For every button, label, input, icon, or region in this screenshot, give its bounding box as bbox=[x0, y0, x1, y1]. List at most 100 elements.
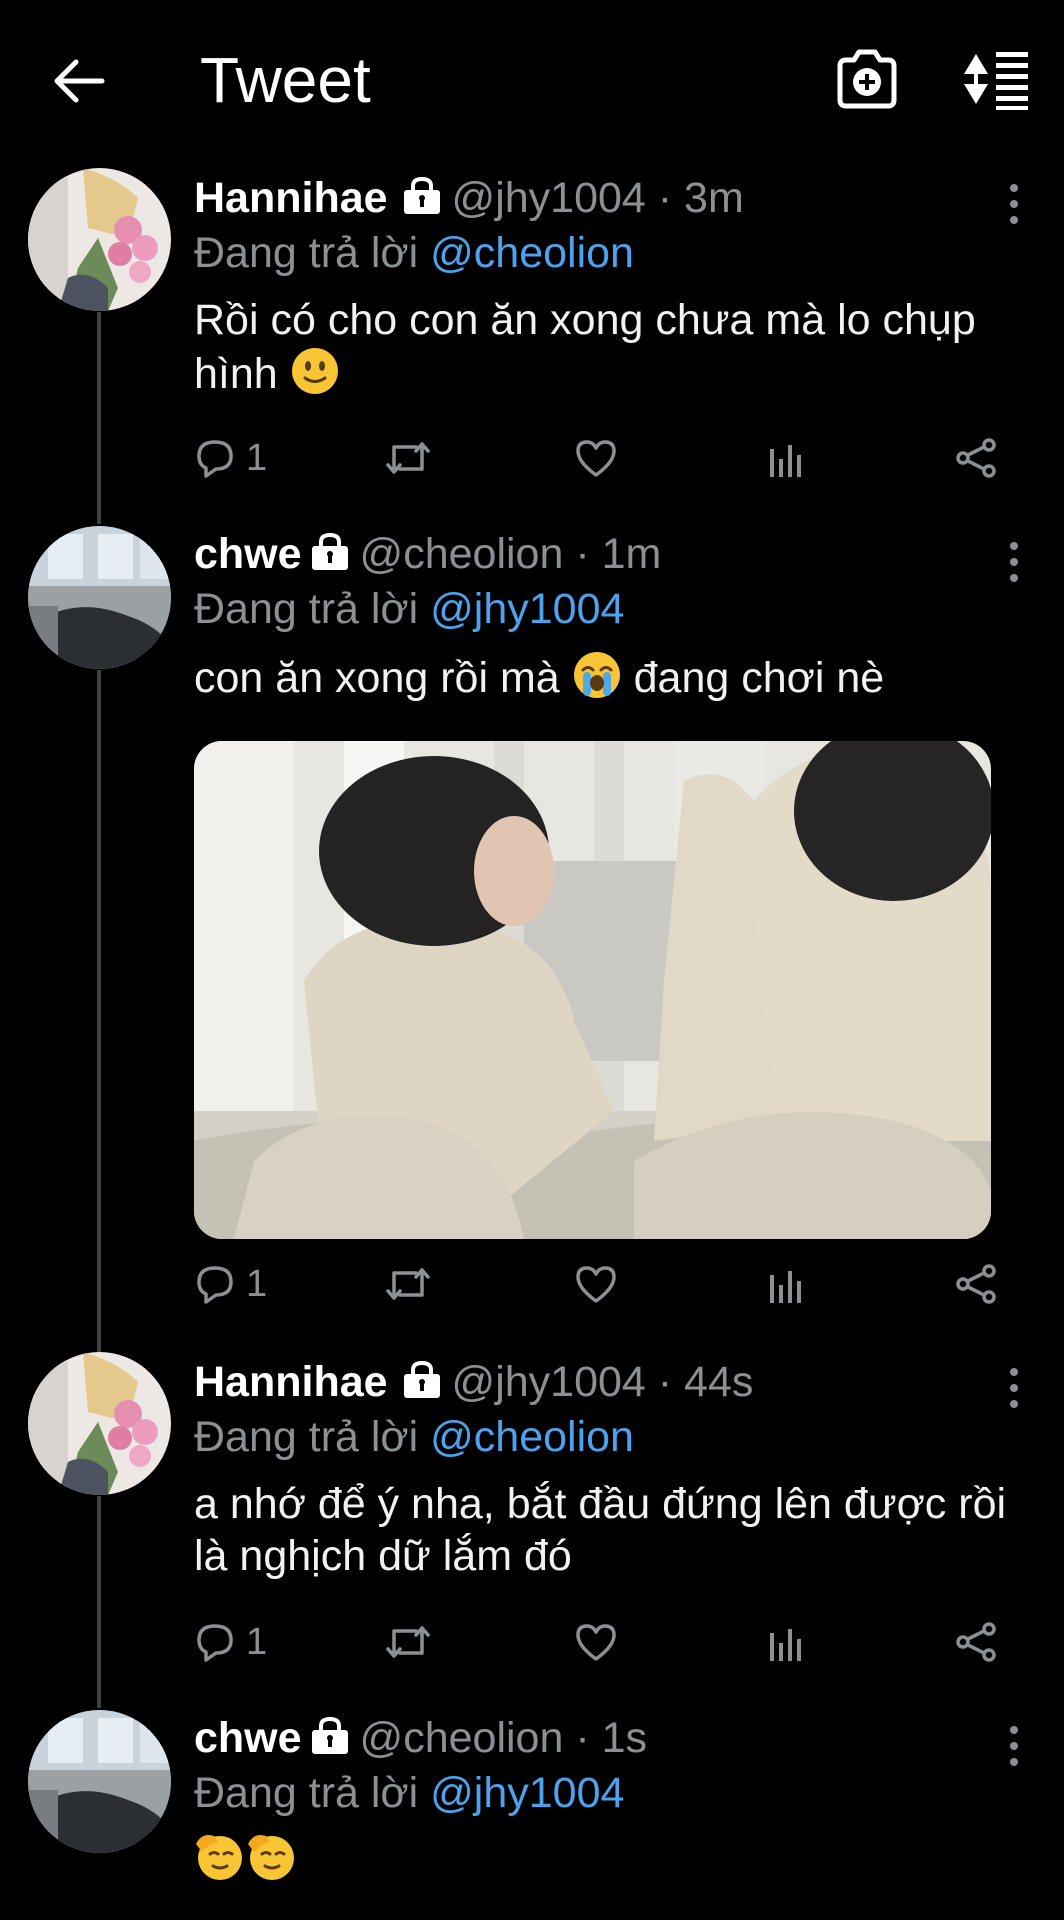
reply-prefix: Đang trả lời bbox=[194, 1413, 419, 1461]
reply-mention[interactable]: @jhy1004 bbox=[430, 585, 624, 633]
reply-mention[interactable]: @jhy1004 bbox=[430, 1769, 624, 1817]
slight-smile-emoji-icon bbox=[291, 348, 338, 394]
tweet-text-body: con ăn xong rồi mà bbox=[194, 654, 560, 702]
retweet-icon bbox=[386, 442, 430, 474]
share-icon bbox=[956, 438, 996, 478]
avatar-image bbox=[28, 1710, 171, 1853]
more-vertical-icon[interactable] bbox=[1004, 182, 1024, 226]
like-icon bbox=[576, 1266, 616, 1303]
analytics-icon bbox=[770, 1629, 801, 1661]
lock-icon bbox=[403, 176, 440, 214]
avatar[interactable] bbox=[28, 526, 171, 669]
like-button[interactable] bbox=[574, 433, 618, 483]
tweet[interactable]: chwe @cheolion · 1m Đang trả lời @jhy1004… bbox=[0, 526, 1064, 1326]
reply-prefix: Đang trả lời bbox=[194, 1769, 419, 1817]
like-icon bbox=[576, 440, 616, 477]
tweet-content: Hannihae @jhy1004 · 44s Đang trả lời @che… bbox=[194, 1354, 1024, 1582]
tweet[interactable]: Hannihae @jhy1004 · 44s Đang trả lời @che… bbox=[0, 1352, 1064, 1682]
reply-icon bbox=[197, 440, 233, 478]
more-vertical-icon[interactable] bbox=[1004, 1724, 1024, 1768]
like-icon bbox=[576, 1624, 616, 1661]
sort-icon[interactable] bbox=[960, 48, 1032, 110]
avatar-image bbox=[28, 1352, 171, 1495]
avatar[interactable] bbox=[28, 168, 171, 311]
like-button[interactable] bbox=[574, 1617, 618, 1667]
more-vertical-icon[interactable] bbox=[1004, 540, 1024, 584]
tweet-actions: 1 bbox=[194, 1617, 1004, 1667]
avatar-image bbox=[28, 526, 171, 669]
timestamp: 1m bbox=[601, 530, 662, 578]
user-handle[interactable]: @jhy1004 bbox=[452, 1358, 646, 1406]
lock-icon bbox=[403, 1360, 440, 1398]
replying-to: Đang trả lời @jhy1004 bbox=[194, 582, 1024, 636]
user-handle[interactable]: @jhy1004 bbox=[452, 174, 646, 222]
separator-dot: · bbox=[645, 174, 685, 222]
tweet-content: chwe @cheolion · 1s Đang trả lời @jhy1004 bbox=[194, 1710, 1024, 1886]
retweet-icon bbox=[386, 1626, 430, 1658]
tweet[interactable]: chwe @cheolion · 1s Đang trả lời @jhy1004 bbox=[0, 1710, 1064, 1920]
display-name[interactable]: Hannihae bbox=[194, 174, 388, 222]
reply-mention[interactable]: @cheolion bbox=[430, 229, 634, 277]
avatar-image bbox=[28, 168, 171, 311]
saluting-face-emoji-icon bbox=[196, 1835, 242, 1880]
tweet-header: Hannihae @jhy1004 · 44s bbox=[194, 1354, 1024, 1410]
analytics-icon bbox=[770, 445, 801, 477]
avatar[interactable] bbox=[28, 1352, 171, 1495]
tweet-text: Rồi có cho con ăn xong chưa mà lo chụp h… bbox=[194, 294, 1024, 400]
reply-button[interactable]: 1 bbox=[194, 1617, 267, 1667]
share-button[interactable] bbox=[954, 1617, 998, 1667]
saluting-face-emoji-icon bbox=[248, 1835, 294, 1880]
tweet-text bbox=[194, 1830, 1024, 1886]
reply-count: 1 bbox=[246, 1620, 268, 1663]
display-name[interactable]: Hannihae bbox=[194, 1358, 388, 1406]
reply-button[interactable]: 1 bbox=[194, 433, 267, 483]
media-photo bbox=[194, 741, 991, 1239]
display-name[interactable]: chwe bbox=[194, 1714, 302, 1762]
analytics-button[interactable] bbox=[766, 1617, 806, 1667]
camera-add-icon[interactable] bbox=[832, 44, 902, 114]
reply-button[interactable]: 1 bbox=[194, 1259, 267, 1309]
share-button[interactable] bbox=[954, 433, 998, 483]
reply-count: 1 bbox=[246, 1262, 268, 1305]
share-button[interactable] bbox=[954, 1259, 998, 1309]
tweet-header: Hannihae @jhy1004 · 3m bbox=[194, 170, 1024, 226]
user-handle[interactable]: @cheolion bbox=[360, 530, 564, 578]
retweet-button[interactable] bbox=[384, 433, 432, 483]
reply-count: 1 bbox=[246, 436, 268, 479]
tweet-text: a nhớ để ý nha, bắt đầu đứng lên được rồ… bbox=[194, 1478, 1024, 1582]
tweet-text-tail: đang chơi nè bbox=[633, 654, 885, 702]
lock-icon bbox=[311, 1716, 348, 1754]
display-name[interactable]: chwe bbox=[194, 530, 302, 578]
like-button[interactable] bbox=[574, 1259, 618, 1309]
tweet-content: Hannihae @jhy1004 · 3m Đang trả lời @cheo… bbox=[194, 170, 1024, 400]
share-icon bbox=[956, 1264, 996, 1304]
separator-dot: · bbox=[645, 1358, 685, 1406]
timestamp: 44s bbox=[684, 1358, 754, 1406]
replying-to: Đang trả lời @jhy1004 bbox=[194, 1766, 1024, 1820]
analytics-button[interactable] bbox=[766, 1259, 806, 1309]
tweet-actions: 1 bbox=[194, 433, 1004, 483]
reply-icon bbox=[197, 1624, 233, 1662]
reply-mention[interactable]: @cheolion bbox=[430, 1413, 634, 1461]
lock-icon bbox=[311, 532, 348, 570]
tweet-text-body: a nhớ để ý nha, bắt đầu đứng lên được rồ… bbox=[194, 1480, 1007, 1580]
loudly-crying-emoji-icon bbox=[573, 652, 620, 698]
user-handle[interactable]: @cheolion bbox=[360, 1714, 564, 1762]
avatar[interactable] bbox=[28, 1710, 171, 1853]
tweet-media-image[interactable] bbox=[194, 741, 991, 1239]
tweet-content: chwe @cheolion · 1m Đang trả lời @jhy1004… bbox=[194, 526, 1024, 704]
page-title: Tweet bbox=[200, 44, 371, 116]
tweet[interactable]: Hannihae @jhy1004 · 3m Đang trả lời @cheo… bbox=[0, 168, 1064, 508]
analytics-button[interactable] bbox=[766, 433, 806, 483]
back-arrow-icon[interactable] bbox=[48, 50, 110, 112]
retweet-button[interactable] bbox=[384, 1617, 432, 1667]
timestamp: 3m bbox=[684, 174, 744, 222]
top-bar: Tweet bbox=[0, 0, 1064, 160]
retweet-icon bbox=[386, 1268, 430, 1300]
more-vertical-icon[interactable] bbox=[1004, 1366, 1024, 1410]
reply-prefix: Đang trả lời bbox=[194, 585, 419, 633]
share-icon bbox=[956, 1622, 996, 1662]
tweet-header: chwe @cheolion · 1m bbox=[194, 526, 1024, 582]
tweet-actions: 1 bbox=[194, 1259, 1004, 1309]
retweet-button[interactable] bbox=[384, 1259, 432, 1309]
